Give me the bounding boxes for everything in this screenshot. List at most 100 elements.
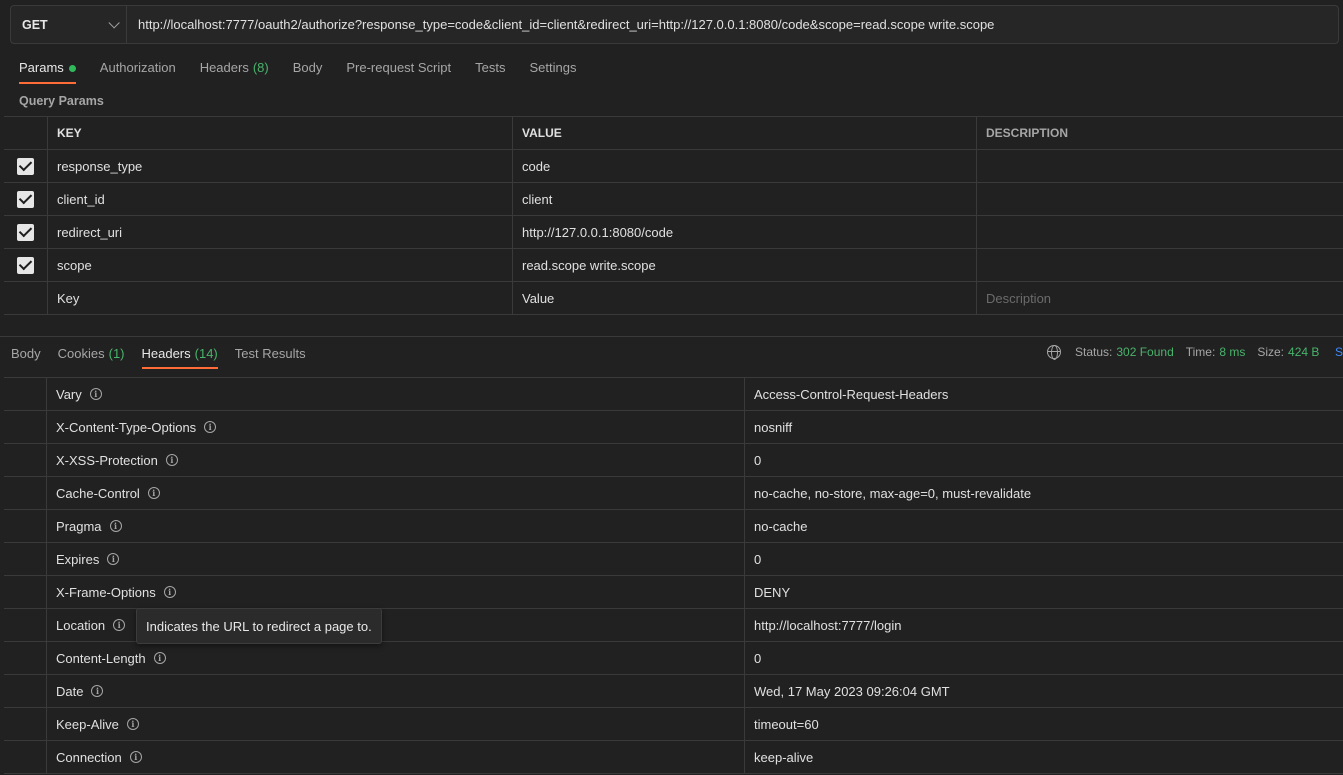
param-value[interactable]: read.scope write.scope [512,249,976,281]
tab-count: (8) [252,60,269,75]
chevron-down-icon [108,16,120,29]
response-headers-table: Vary i Access-Control-Request-Headers X-Co… [4,377,1343,774]
header-key: X-Frame-Options [56,584,156,600]
info-icon[interactable]: i [163,586,176,598]
header-key-cell: Vary i [47,378,745,410]
tab-test-results[interactable]: Test Results [235,343,306,369]
new-value-input[interactable]: Value [512,282,976,314]
time-value[interactable]: 8 ms [1219,345,1245,359]
table-row: response_type code [4,150,1343,183]
header-value: DENY [754,584,791,600]
table-row: Expires i 0 [4,543,1343,576]
response-tabs: Body Cookies (1) Headers (14) Test Resul… [11,343,323,369]
column-header-value: VALUE [512,117,976,149]
param-key[interactable]: redirect_uri [47,216,512,248]
tab-headers[interactable]: Headers (8) [200,57,269,84]
info-icon[interactable]: i [153,652,166,664]
globe-icon[interactable] [1047,345,1061,360]
row-gutter [4,444,47,476]
header-value: 0 [754,551,762,567]
checkbox-checked-icon[interactable] [17,223,34,241]
checkbox-checked-icon[interactable] [17,157,34,175]
column-header-description: DESCRIPTION [976,117,1343,149]
url-input[interactable]: http://localhost:7777/oauth2/authorize?r… [127,6,1338,43]
param-description[interactable] [976,150,1343,182]
info-icon[interactable]: i [129,751,142,763]
table-row: Cache-Control i no-cache, no-store, max-ag… [4,477,1343,510]
header-value: http://localhost:7777/login [754,617,902,633]
new-description-input[interactable]: Description [976,282,1343,314]
info-icon[interactable]: i [204,421,217,433]
header-checkbox-cell [4,117,47,149]
tab-params[interactable]: Params [19,57,76,84]
param-key[interactable]: client_id [47,183,512,215]
table-row: X-Frame-Options i DENY [4,576,1343,609]
tab-cookies[interactable]: Cookies (1) [58,343,125,369]
header-key-cell: Pragma i [47,510,745,542]
location-tooltip: Indicates the URL to redirect a page to. [136,608,382,644]
tab-authorization[interactable]: Authorization [100,57,176,84]
info-icon[interactable]: i [109,520,122,532]
tab-tests[interactable]: Tests [475,57,505,84]
param-description[interactable] [976,183,1343,215]
tab-label: Params [19,60,64,75]
param-value[interactable]: http://127.0.0.1:8080/code [512,216,976,248]
tab-response-headers[interactable]: Headers (14) [141,343,219,369]
row-gutter [4,741,47,773]
size-label: Size: [1257,345,1285,359]
param-key[interactable]: scope [47,249,512,281]
header-key-cell: Keep-Alive i [47,708,745,740]
param-key[interactable]: response_type [47,150,512,182]
row-gutter [4,609,47,641]
info-icon[interactable]: i [89,388,102,400]
header-key: Pragma [56,518,102,534]
save-response-button[interactable]: S [1335,345,1343,359]
query-params-title: Query Params [19,94,104,108]
tab-label: Cookies [57,346,105,361]
size-value[interactable]: 424 B [1288,345,1319,359]
tab-response-body[interactable]: Body [11,343,41,369]
table-row-new: Key Value Description [4,282,1343,315]
table-row: Content-Length i 0 [4,642,1343,675]
tab-count: (14) [194,346,218,361]
info-icon[interactable]: i [147,487,160,499]
row-gutter [4,411,47,443]
row-checkbox-cell [4,249,47,281]
checkbox-checked-icon[interactable] [17,190,34,208]
checkbox-checked-icon[interactable] [17,256,34,274]
params-active-dot-icon [68,65,76,72]
tab-body[interactable]: Body [293,57,323,84]
header-value: no-cache, no-store, max-age=0, must-reva… [754,485,1032,501]
column-header-key: KEY [47,117,512,149]
tab-pre-request-script[interactable]: Pre-request Script [346,57,451,84]
header-key: Date [56,683,84,699]
param-description[interactable] [976,249,1343,281]
param-value[interactable]: code [512,150,976,182]
info-icon[interactable]: i [91,685,104,697]
method-select[interactable]: GET [11,6,127,43]
pane-divider[interactable] [0,336,1343,337]
new-key-input[interactable]: Key [47,282,512,314]
table-row: Date i Wed, 17 May 2023 09:26:04 GMT [4,675,1343,708]
header-key: X-XSS-Protection [56,452,158,468]
header-value: timeout=60 [754,716,819,732]
table-row: Connection i keep-alive [4,741,1343,774]
status-value[interactable]: 302 Found [1116,345,1173,359]
param-value[interactable]: client [512,183,976,215]
table-row: Vary i Access-Control-Request-Headers [4,378,1343,411]
row-gutter [4,510,47,542]
info-icon[interactable]: i [165,454,178,466]
info-icon[interactable]: i [126,718,139,730]
tab-settings[interactable]: Settings [529,57,576,84]
table-row: redirect_uri http://127.0.0.1:8080/code [4,216,1343,249]
table-row: X-XSS-Protection i 0 [4,444,1343,477]
table-row: Pragma i no-cache [4,510,1343,543]
tab-label: Test Results [234,346,306,361]
header-key: X-Content-Type-Options [56,419,197,435]
row-gutter [4,642,47,674]
header-value: 0 [754,452,762,468]
info-icon[interactable]: i [113,619,126,631]
param-description[interactable] [976,216,1343,248]
row-checkbox-cell [4,216,47,248]
info-icon[interactable]: i [107,553,120,565]
